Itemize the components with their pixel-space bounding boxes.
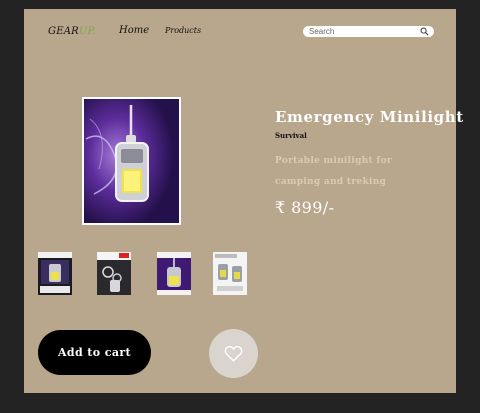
top-strip [0,0,480,9]
product-price: ₹ 899/- [275,198,335,217]
product-main-image[interactable] [82,97,181,225]
logo-accent: UP. [78,26,96,37]
thumbnail-3[interactable] [157,252,191,295]
product-category: Survival [275,131,307,140]
search-input[interactable] [309,26,414,37]
add-to-cart-button[interactable]: Add to cart [38,330,151,375]
product-title: Emergency Minilight [275,108,464,126]
thumbnail-1[interactable] [38,252,72,295]
product-photo [84,99,179,223]
thumbnail-2[interactable] [97,252,131,295]
nav-products-link[interactable]: Products [165,26,201,35]
nav-home-link[interactable]: Home [119,25,149,36]
search-bar [303,26,434,37]
logo[interactable]: GEARUP. [48,26,96,37]
heart-icon [224,345,243,362]
logo-text: GEAR [48,26,79,37]
product-page: GEARUP. Home Products Search Emergency M… [24,9,463,393]
thumbnail-4[interactable] [213,252,247,295]
search-icon[interactable] [420,27,429,36]
product-description: Portable minilight for camping and treki… [275,156,392,187]
wishlist-button[interactable] [209,329,258,378]
